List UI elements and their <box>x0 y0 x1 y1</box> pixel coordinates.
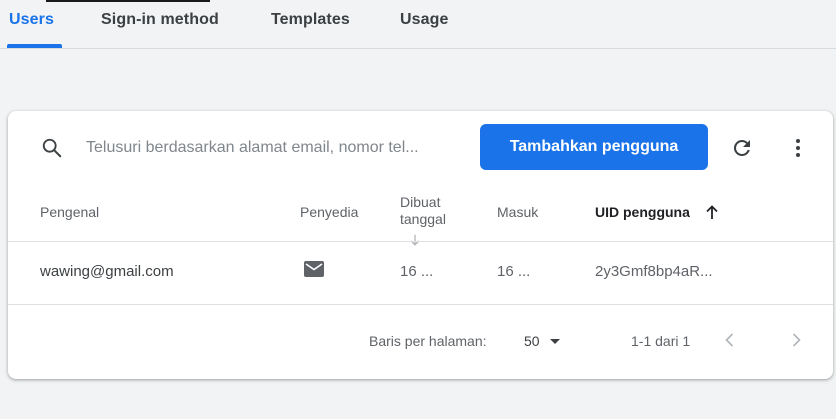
pagination-range: 1-1 dari 1 <box>631 333 691 349</box>
chevron-right-icon[interactable] <box>786 330 806 350</box>
row-divider <box>8 304 833 305</box>
cell-created: 16 ... <box>400 263 434 280</box>
cell-uid: 2y3Gmf8bp4aR... <box>595 263 713 280</box>
tab-usage[interactable]: Usage <box>400 11 449 29</box>
column-header-identifier[interactable]: Pengenal <box>40 203 99 221</box>
more-vert-icon[interactable] <box>786 136 810 160</box>
chevron-left-icon[interactable] <box>720 330 740 350</box>
search-icon <box>42 138 62 158</box>
users-page: Users Sign-in method Templates Usage Tam… <box>0 0 836 419</box>
sort-descending-icon[interactable] <box>408 233 422 247</box>
search-input[interactable] <box>86 135 478 161</box>
dropdown-arrow-icon <box>550 339 560 344</box>
tab-users[interactable]: Users <box>9 11 54 29</box>
cell-identifier: wawing@gmail.com <box>40 263 174 280</box>
email-icon <box>304 261 324 277</box>
add-user-button[interactable]: Tambahkan pengguna <box>480 124 708 170</box>
refresh-icon[interactable] <box>730 136 754 160</box>
cell-signed-in: 16 ... <box>497 263 531 280</box>
rows-per-page-label: Baris per halaman: <box>369 333 487 349</box>
column-header-signed-in[interactable]: Masuk <box>497 203 538 221</box>
column-header-uid[interactable]: UID pengguna <box>595 203 690 221</box>
active-tab-indicator <box>7 44 62 48</box>
rows-per-page-select[interactable]: 50 <box>520 329 566 353</box>
column-header-created[interactable]: Dibuat tanggal <box>400 194 460 228</box>
tab-bar: Users Sign-in method Templates Usage <box>0 0 836 49</box>
header-divider <box>8 241 833 242</box>
column-header-provider[interactable]: Penyedia <box>300 203 358 221</box>
users-card: Tambahkan pengguna Pengenal Penyedia Dib… <box>8 111 833 379</box>
tab-templates[interactable]: Templates <box>271 11 350 29</box>
rows-per-page-value: 50 <box>524 333 540 349</box>
sort-ascending-icon[interactable] <box>704 203 720 221</box>
tab-sign-in-method[interactable]: Sign-in method <box>101 11 219 29</box>
